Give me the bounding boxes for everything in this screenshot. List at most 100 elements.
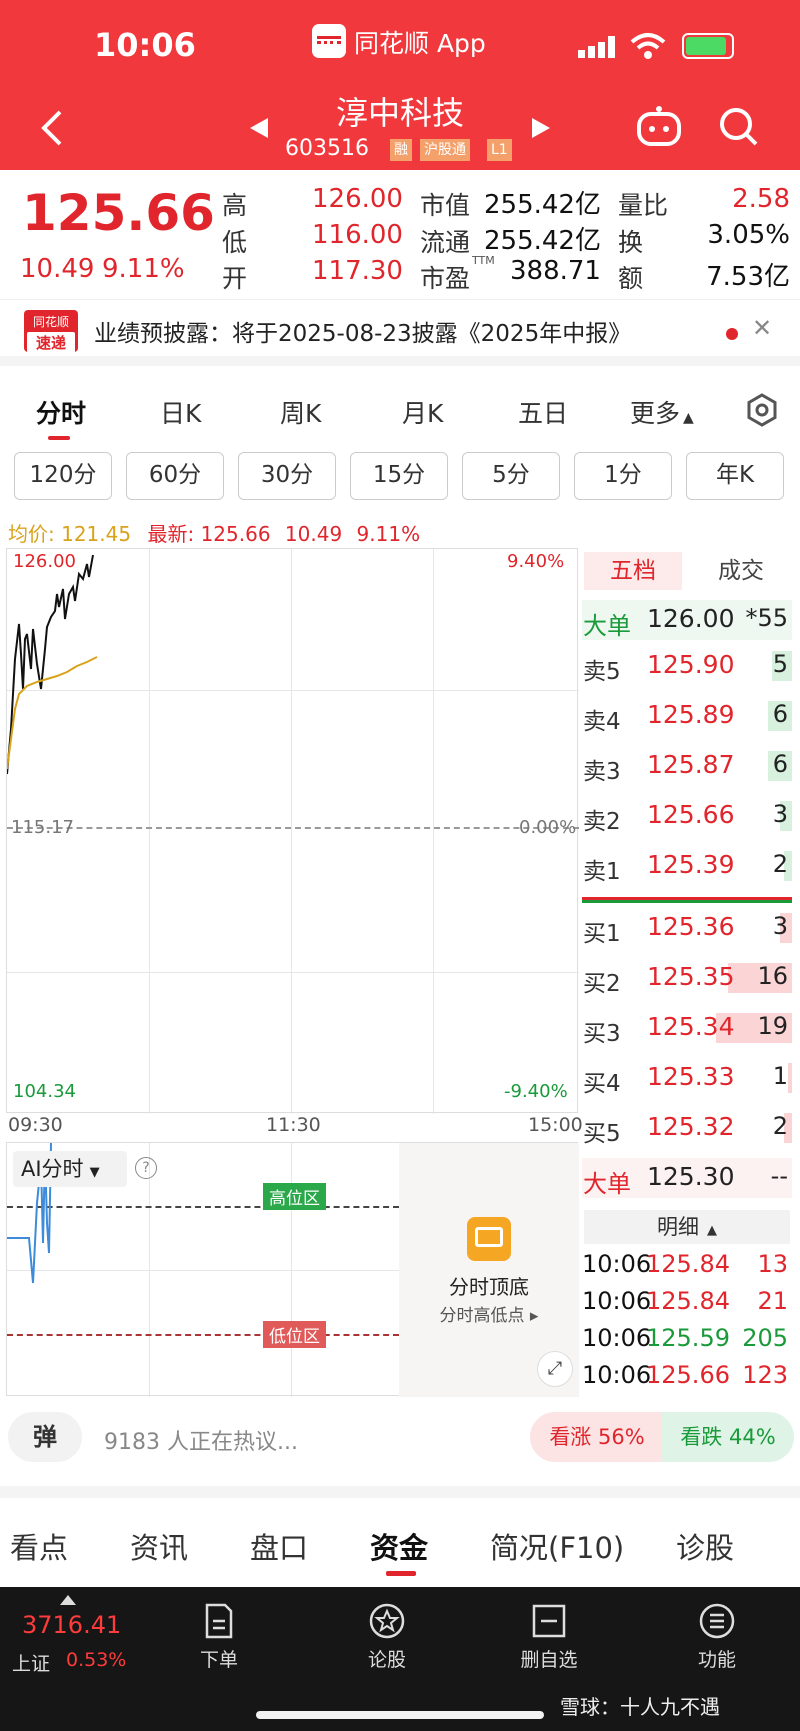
nav-functions[interactable]: 功能	[672, 1595, 762, 1672]
amount-label: 额	[618, 264, 644, 293]
ai-promo-card[interactable]: 分时顶底 分时高低点 ▸ ⤢	[399, 1143, 579, 1397]
bid-volume: 2	[772, 1112, 788, 1140]
tab-trades[interactable]: 成交	[692, 552, 790, 590]
ask-row: 卖3 125.87 6	[582, 746, 792, 786]
ask-volume: 6	[772, 700, 788, 728]
period-30min[interactable]: 30分	[238, 452, 336, 500]
index-value[interactable]: 3716.41	[22, 1611, 121, 1639]
section-divider	[0, 1486, 800, 1498]
nav-forum[interactable]: 论股	[342, 1595, 432, 1672]
big-order-volume: *55	[745, 604, 788, 632]
tab-profile[interactable]: 简况(F10)	[490, 1525, 624, 1567]
info-tabs: 看点 资讯 盘口 资金 简况(F10) 诊股	[0, 1505, 800, 1587]
tag-margin: 融	[390, 139, 412, 161]
tab-five-levels[interactable]: 五档	[584, 552, 682, 590]
expand-icon[interactable]: ⤢	[537, 1351, 573, 1387]
battery-icon	[682, 33, 734, 59]
ask-volume: 5	[772, 650, 788, 678]
tag-connect: 沪股通	[420, 139, 470, 161]
intraday-chart[interactable]: 126.00 115.17 104.34 9.40% 0.00% -9.40%	[6, 548, 579, 1114]
tab-daily-k[interactable]: 日K	[160, 394, 201, 430]
ask-row: 卖1 125.39 2	[582, 846, 792, 886]
vol-ratio-label: 量比	[618, 191, 669, 220]
period-year-k[interactable]: 年K	[686, 452, 784, 500]
nav-order[interactable]: 下单	[174, 1595, 264, 1672]
tab-more[interactable]: 更多 ▲	[630, 394, 694, 430]
tab-intraday[interactable]: 分时	[36, 394, 86, 430]
price-change: 10.49	[20, 254, 95, 284]
signal-icon	[578, 36, 618, 58]
price-line-plot	[7, 554, 98, 775]
float-label: 流通	[420, 228, 471, 257]
top-bar: 10:06 同花顺 App 淳中科技 603516 融 沪股通 L1	[0, 0, 800, 170]
bearish-button[interactable]: 看跌 44%	[662, 1412, 794, 1462]
tab-weekly-k[interactable]: 周K	[280, 394, 321, 430]
avg-value: 121.45	[61, 522, 132, 546]
back-icon[interactable]	[38, 108, 64, 148]
robot-icon[interactable]	[636, 104, 682, 148]
notice-bar[interactable]: 同花顺 速递 业绩预披露：将于2025-08-23披露《2025年中报》 ✕	[0, 300, 800, 366]
y-top-label: 126.00	[13, 551, 76, 572]
bullish-button[interactable]: 看涨 56%	[530, 1412, 664, 1462]
trade-detail-row: 10:06 125.59 205	[582, 1322, 792, 1358]
minus-box-icon	[532, 1604, 566, 1638]
nav-remove-label: 删自选	[520, 1649, 578, 1671]
help-icon[interactable]: ?	[135, 1157, 157, 1179]
tab-five-day[interactable]: 五日	[518, 394, 568, 430]
tab-diagnosis[interactable]: 诊股	[676, 1525, 734, 1567]
discuss-prompt[interactable]: 9183 人正在热议...	[104, 1424, 298, 1456]
ask-row: 卖4 125.89 6	[582, 696, 792, 736]
active-tab-indicator	[48, 436, 70, 440]
big-order-bottom-price: 125.30	[647, 1162, 735, 1191]
tab-news[interactable]: 资讯	[130, 1525, 188, 1567]
chart-tabs: 分时 日K 周K 月K 五日 更多 ▲	[0, 376, 800, 444]
express-logo-icon: 同花顺 速递	[24, 310, 78, 353]
ask-price: 125.87	[647, 750, 735, 779]
bid-row: 买2 125.35 16	[582, 958, 792, 998]
caret-up-icon: ▲	[683, 410, 694, 426]
open-label: 开	[222, 264, 248, 293]
ask-level-label: 卖4	[583, 709, 621, 735]
pct-bot-label: -9.40%	[504, 1081, 568, 1102]
period-60min[interactable]: 60分	[126, 452, 224, 500]
ask-price: 125.39	[647, 850, 735, 879]
trade-detail-row: 10:06 125.66 123	[582, 1359, 792, 1395]
trade-time: 10:06	[582, 1324, 652, 1352]
prev-stock-icon[interactable]	[248, 116, 270, 140]
tab-handicap[interactable]: 盘口	[250, 1525, 308, 1567]
big-order-bottom-label: 大单	[583, 1170, 631, 1198]
bid-row: 买3 125.34 19	[582, 1008, 792, 1048]
period-120min[interactable]: 120分	[14, 452, 112, 500]
status-time: 10:06	[94, 26, 196, 64]
tab-capital[interactable]: 资金	[370, 1525, 428, 1567]
period-15min[interactable]: 15分	[350, 452, 448, 500]
trade-detail-row: 10:06 125.84 13	[582, 1248, 792, 1284]
period-1min[interactable]: 1分	[574, 452, 672, 500]
ask-volume: 2	[772, 850, 788, 878]
last-pct: 9.11%	[356, 522, 421, 546]
last-price: 125.66	[22, 184, 215, 242]
settings-icon[interactable]	[744, 392, 780, 428]
next-stock-icon[interactable]	[530, 116, 552, 140]
tab-monthly-k[interactable]: 月K	[402, 394, 443, 430]
period-5min[interactable]: 5分	[462, 452, 560, 500]
nav-remove-watchlist[interactable]: 删自选	[504, 1595, 594, 1672]
tab-more-label: 更多	[630, 399, 681, 428]
detail-header[interactable]: 明细 ▲	[584, 1210, 790, 1244]
trade-price: 125.84	[646, 1250, 730, 1278]
search-icon[interactable]	[718, 106, 760, 148]
ai-intraday-dropdown[interactable]: AI分时 ▼	[13, 1151, 127, 1187]
time-label-noon: 11:30	[266, 1114, 321, 1136]
ask-row: 卖5 125.90 5	[582, 646, 792, 686]
promo-subtitle: 分时高低点 ▸	[439, 1306, 539, 1326]
bid-row: 买4 125.33 1	[582, 1058, 792, 1098]
notice-text[interactable]: 业绩预披露：将于2025-08-23披露《2025年中报》	[94, 314, 631, 348]
mcap-value: 255.42亿	[484, 190, 601, 220]
orderbook-tabs: 五档 成交	[582, 548, 792, 594]
tab-highlights[interactable]: 看点	[10, 1525, 68, 1567]
big-order-price: 126.00	[647, 604, 735, 633]
high-zone-label: 高位区	[263, 1183, 326, 1210]
danmaku-toggle-button[interactable]: 弹	[8, 1412, 82, 1462]
trade-volume: 205	[742, 1324, 788, 1352]
close-icon[interactable]: ✕	[752, 314, 772, 342]
